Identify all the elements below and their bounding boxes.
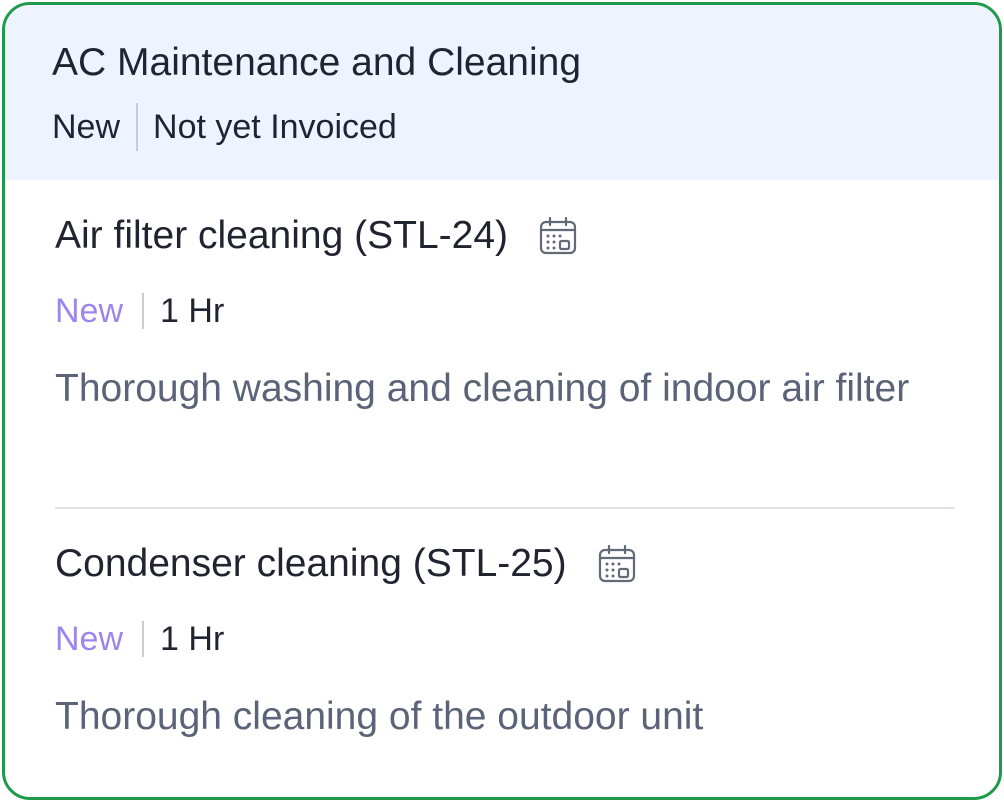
invoice-status: Not yet Invoiced xyxy=(153,107,397,146)
calendar-icon[interactable] xyxy=(538,216,578,256)
service-description: Thorough cleaning of the outdoor unit xyxy=(55,695,704,738)
service-title: Air filter cleaning (STL-24) xyxy=(55,214,508,257)
service-duration: 1 Hr xyxy=(160,291,225,330)
calendar-icon[interactable] xyxy=(597,544,637,584)
service-description: Thorough washing and cleaning of indoor … xyxy=(55,367,910,410)
service-status: New xyxy=(55,291,124,330)
work-order-card[interactable]: AC Maintenance and Cleaning New Not yet … xyxy=(2,2,1002,800)
meta-divider xyxy=(142,293,145,329)
service-divider xyxy=(55,507,955,509)
service-status: New xyxy=(55,619,124,658)
meta-divider xyxy=(142,621,145,657)
service-title: Condenser cleaning (STL-25) xyxy=(55,542,567,585)
service-meta: New 1 Hr xyxy=(55,617,955,661)
service-duration: 1 Hr xyxy=(160,619,225,658)
service-title-row: Air filter cleaning (STL-24) xyxy=(55,211,955,261)
order-title: AC Maintenance and Cleaning xyxy=(52,41,582,84)
order-status-row: New Not yet Invoiced xyxy=(52,103,397,151)
order-header: AC Maintenance and Cleaning New Not yet … xyxy=(5,5,999,180)
service-title-row: Condenser cleaning (STL-25) xyxy=(55,539,955,589)
service-item[interactable]: Condenser cleaning (STL-25) New 1 Hr Tho… xyxy=(55,539,955,748)
service-item[interactable]: Air filter cleaning (STL-24) New 1 Hr Th… xyxy=(55,211,955,420)
order-status: New xyxy=(52,107,121,146)
status-divider xyxy=(136,103,139,151)
service-meta: New 1 Hr xyxy=(55,289,955,333)
